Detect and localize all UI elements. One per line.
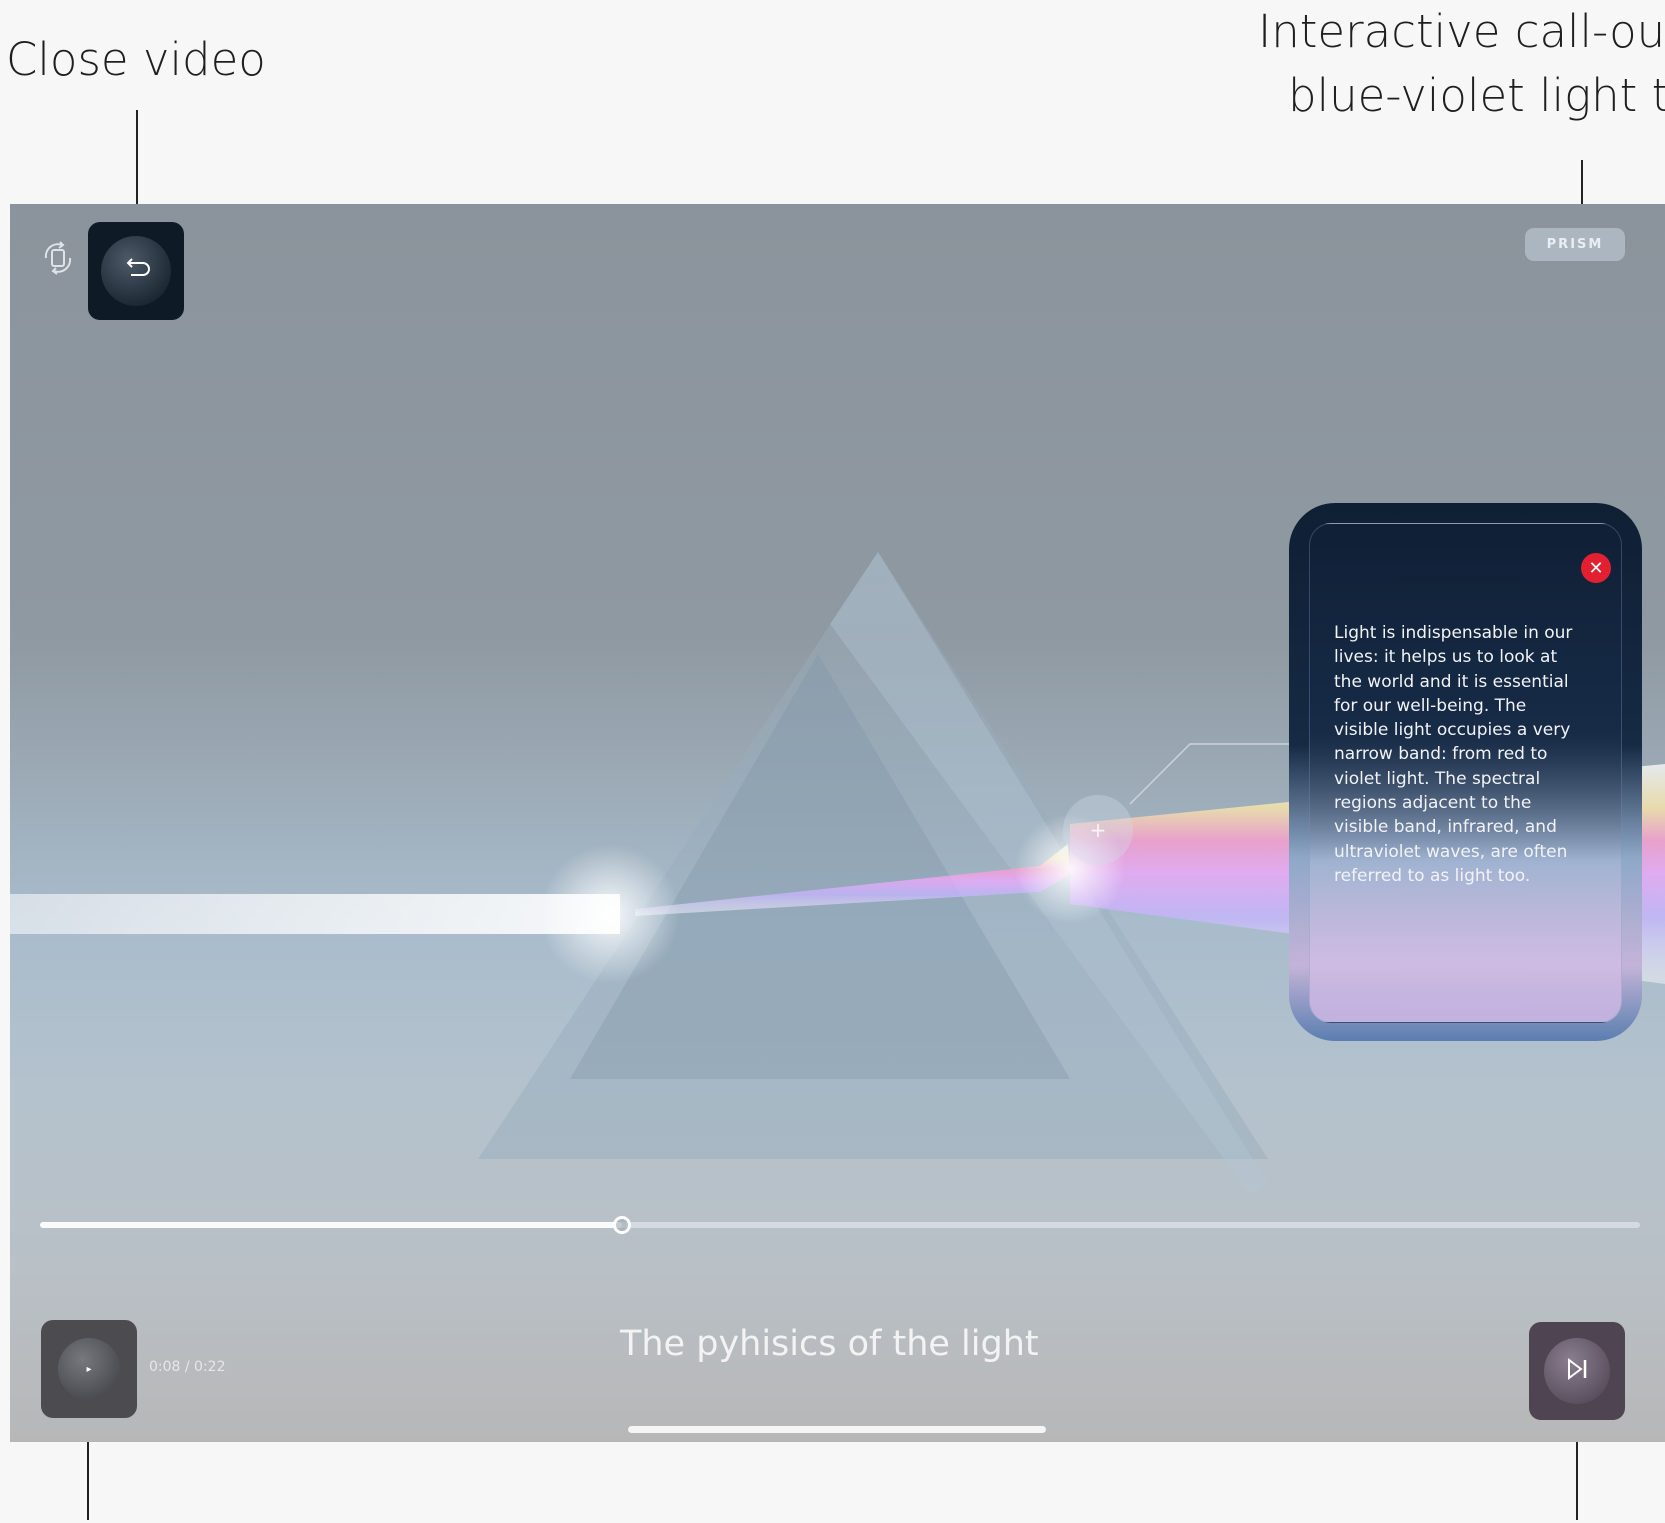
- rotate-button[interactable]: [34, 236, 82, 284]
- skip-next-icon: [1562, 1354, 1592, 1388]
- callout-close-button[interactable]: ✕: [1581, 553, 1611, 583]
- back-arrow-icon: [121, 254, 151, 288]
- play-icon: ▸: [86, 1363, 92, 1375]
- annotation-interactive-callouts: Interactive call-outs blue-violet light …: [1258, 0, 1665, 128]
- progress-fill: [40, 1222, 622, 1228]
- home-indicator[interactable]: [628, 1426, 1046, 1433]
- annotation-close-video: Close video: [6, 33, 266, 86]
- info-callout-card: ✕ Light is indispensable in our lives: i…: [1289, 503, 1642, 1041]
- skip-next-button[interactable]: [1529, 1322, 1625, 1420]
- video-title: The pyhisics of the light: [620, 1324, 1039, 1364]
- skip-next-knob: [1544, 1338, 1610, 1404]
- callout-text: Light is indispensable in our lives: it …: [1334, 623, 1573, 886]
- leader-line-close: [136, 110, 138, 210]
- plus-icon: +: [1089, 818, 1107, 842]
- close-icon: ✕: [1588, 557, 1604, 579]
- close-video-knob: [101, 236, 171, 306]
- time-readout: 0:08 / 0:22: [149, 1359, 226, 1375]
- rotate-icon: [38, 238, 78, 282]
- close-video-button[interactable]: [88, 222, 184, 320]
- progress-bar[interactable]: [40, 1216, 1640, 1234]
- play-knob: ▸: [58, 1338, 120, 1400]
- annotation-callouts-line1: Interactive call-outs: [1258, 5, 1665, 58]
- video-player[interactable]: PRISM + ✕ Light is indispensable in our …: [10, 204, 1665, 1442]
- callout-hotspot[interactable]: +: [1063, 795, 1133, 865]
- annotation-callouts-line2: blue-violet light te: [1288, 69, 1665, 122]
- prism-badge: PRISM: [1525, 228, 1625, 261]
- progress-thumb[interactable]: [612, 1216, 631, 1234]
- play-button[interactable]: ▸: [41, 1320, 137, 1418]
